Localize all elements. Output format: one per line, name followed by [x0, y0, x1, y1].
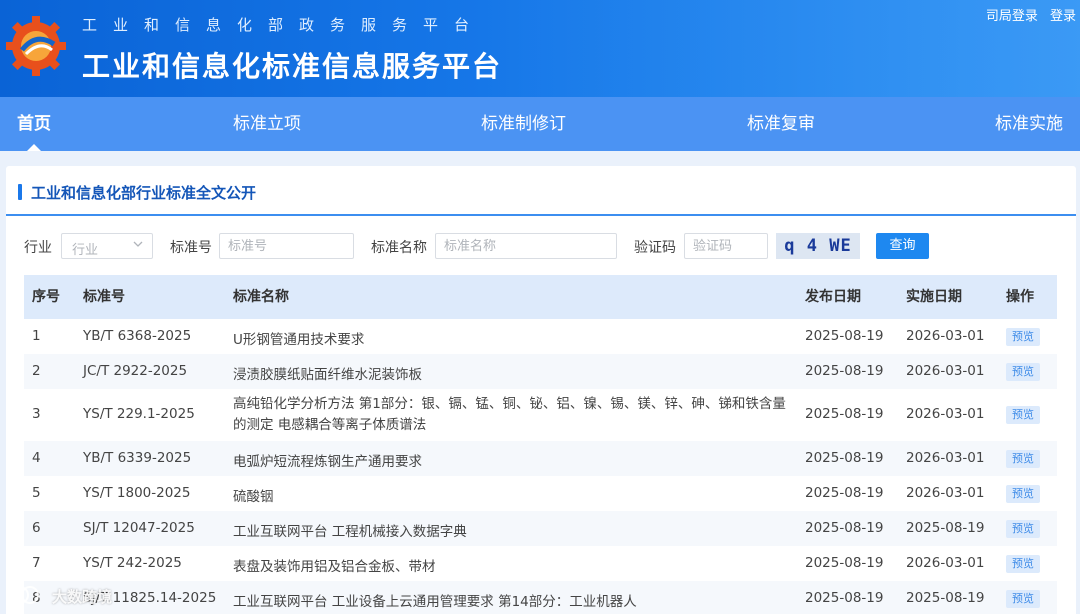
- col-action: 操作: [1006, 289, 1034, 305]
- miit-logo-icon: [6, 16, 66, 76]
- cell-no: 1: [32, 328, 41, 344]
- cell-no: 2: [32, 363, 41, 379]
- preview-button[interactable]: 预览: [1006, 590, 1040, 608]
- cell-no: 5: [32, 485, 41, 501]
- header-subtitle: 工业和信息化部政务服务平台: [82, 16, 486, 34]
- nav-revision[interactable]: 标准制修订: [481, 97, 566, 151]
- cell-pub-date: 2025-08-19: [805, 520, 884, 536]
- login-link[interactable]: 登录: [1050, 9, 1076, 24]
- preview-button[interactable]: 预览: [1006, 450, 1040, 468]
- industry-select-value: 行业: [72, 243, 99, 258]
- standards-table: 序号 标准号 标准名称 发布日期 实施日期 操作 1 YB/T 6368-202…: [24, 275, 1057, 614]
- nav-home[interactable]: 首页: [17, 97, 51, 151]
- std-name-label: 标准名称: [371, 240, 427, 256]
- cell-no: 3: [32, 406, 41, 422]
- dept-login-link[interactable]: 司局登录: [986, 9, 1038, 24]
- cell-no: 7: [32, 555, 41, 571]
- cell-pub-date: 2025-08-19: [805, 555, 884, 571]
- cell-name: 浸渍胶膜纸贴面纤维水泥装饰板: [233, 367, 422, 383]
- cell-name: 电弧炉短流程炼钢生产通用要求: [233, 454, 422, 470]
- captcha-label: 验证码: [634, 240, 676, 256]
- captcha-input[interactable]: [684, 233, 768, 259]
- std-no-label: 标准号: [170, 240, 212, 256]
- cell-name: 工业互联网平台 工程机械接入数据字典: [233, 524, 467, 540]
- table-row: 8 SJ/T 11825.14-2025 工业互联网平台 工业设备上云通用管理要…: [24, 581, 1057, 614]
- col-no: 序号: [32, 289, 60, 305]
- cell-code: YS/T 242-2025: [83, 555, 182, 571]
- cell-impl-date: 2026-03-01: [906, 363, 985, 379]
- nav-review[interactable]: 标准复审: [747, 97, 815, 151]
- col-name: 标准名称: [233, 289, 289, 305]
- page-title: 工业和信息化标准信息服务平台: [82, 50, 503, 83]
- cell-pub-date: 2025-08-19: [805, 590, 884, 606]
- cell-code: YS/T 1800-2025: [83, 485, 191, 501]
- cell-code: YB/T 6368-2025: [83, 328, 192, 344]
- nav-project[interactable]: 标准立项: [233, 97, 301, 151]
- section-marker: [18, 184, 22, 200]
- preview-button[interactable]: 预览: [1006, 485, 1040, 503]
- industry-select[interactable]: 行业: [61, 233, 153, 259]
- cell-impl-date: 2025-08-19: [906, 590, 985, 606]
- cell-impl-date: 2026-03-01: [906, 406, 985, 422]
- table-row: 4 YB/T 6339-2025 电弧炉短流程炼钢生产通用要求 2025-08-…: [24, 441, 1057, 476]
- cell-no: 4: [32, 450, 41, 466]
- cell-code: JC/T 2922-2025: [83, 363, 188, 379]
- standards-card: 工业和信息化部行业标准全文公开 行业 行业 标准号 标准名称 验证码 q 4 W…: [6, 166, 1076, 614]
- table-row: 3 YS/T 229.1-2025 高纯铅化学分析方法 第1部分：银、镉、锰、铜…: [24, 389, 1057, 441]
- table-row: 2 JC/T 2922-2025 浸渍胶膜纸贴面纤维水泥装饰板 2025-08-…: [24, 354, 1057, 389]
- cell-no: 6: [32, 520, 41, 536]
- table-row: 7 YS/T 242-2025 表盘及装饰用铝及铝合金板、带材 2025-08-…: [24, 546, 1057, 581]
- cell-pub-date: 2025-08-19: [805, 328, 884, 344]
- cell-name: 表盘及装饰用铝及铝合金板、带材: [233, 559, 436, 575]
- cell-name: U形钢管通用技术要求: [233, 332, 365, 348]
- cell-pub-date: 2025-08-19: [805, 485, 884, 501]
- table-row: 6 SJ/T 12047-2025 工业互联网平台 工程机械接入数据字典 202…: [24, 511, 1057, 546]
- col-impl-date: 实施日期: [906, 289, 962, 305]
- preview-button[interactable]: 预览: [1006, 363, 1040, 381]
- cell-code: YS/T 229.1-2025: [83, 406, 195, 422]
- cell-name: 硫酸铟: [233, 489, 274, 505]
- watermark-logo-icon: [11, 586, 39, 604]
- captcha-image[interactable]: q 4 WE: [776, 233, 860, 259]
- cell-impl-date: 2025-08-19: [906, 520, 985, 536]
- cell-name: 工业互联网平台 工业设备上云通用管理要求 第14部分：工业机器人: [233, 594, 637, 610]
- cell-pub-date: 2025-08-19: [805, 363, 884, 379]
- table-header: 序号 标准号 标准名称 发布日期 实施日期 操作: [24, 275, 1057, 319]
- std-name-input[interactable]: [435, 233, 617, 259]
- cell-impl-date: 2026-03-01: [906, 450, 985, 466]
- preview-button[interactable]: 预览: [1006, 406, 1040, 424]
- cell-pub-date: 2025-08-19: [805, 406, 884, 422]
- cell-impl-date: 2026-03-01: [906, 555, 985, 571]
- main-nav: 首页 标准立项 标准制修订 标准复审 标准实施: [0, 97, 1080, 151]
- watermark-text: 大数跨境: [52, 588, 113, 606]
- table-row: 1 YB/T 6368-2025 U形钢管通用技术要求 2025-08-19 2…: [24, 319, 1057, 354]
- cell-impl-date: 2026-03-01: [906, 328, 985, 344]
- cell-pub-date: 2025-08-19: [805, 450, 884, 466]
- top-links: 司局登录 登录: [978, 5, 1076, 24]
- nav-implementation[interactable]: 标准实施: [995, 97, 1063, 151]
- site-header: 工业和信息化部政务服务平台 工业和信息化标准信息服务平台 司局登录 登录: [0, 0, 1080, 97]
- cell-impl-date: 2026-03-01: [906, 485, 985, 501]
- preview-button[interactable]: 预览: [1006, 555, 1040, 573]
- col-pub-date: 发布日期: [805, 289, 861, 305]
- col-code: 标准号: [83, 289, 125, 305]
- section-title: 工业和信息化部行业标准全文公开: [31, 184, 257, 202]
- preview-button[interactable]: 预览: [1006, 520, 1040, 538]
- section-header: 工业和信息化部行业标准全文公开: [6, 166, 1076, 216]
- cell-code: YB/T 6339-2025: [83, 450, 192, 466]
- preview-button[interactable]: 预览: [1006, 328, 1040, 346]
- table-row: 5 YS/T 1800-2025 硫酸铟 2025-08-19 2026-03-…: [24, 476, 1057, 511]
- industry-label: 行业: [24, 240, 52, 256]
- std-no-input[interactable]: [219, 233, 354, 259]
- cell-code: SJ/T 12047-2025: [83, 520, 195, 536]
- chevron-down-icon: [133, 241, 143, 247]
- query-button[interactable]: 查询: [876, 233, 929, 259]
- cell-name: 高纯铅化学分析方法 第1部分：银、镉、锰、铜、铋、铝、镍、锡、镁、锌、砷、锑和铁…: [233, 396, 786, 433]
